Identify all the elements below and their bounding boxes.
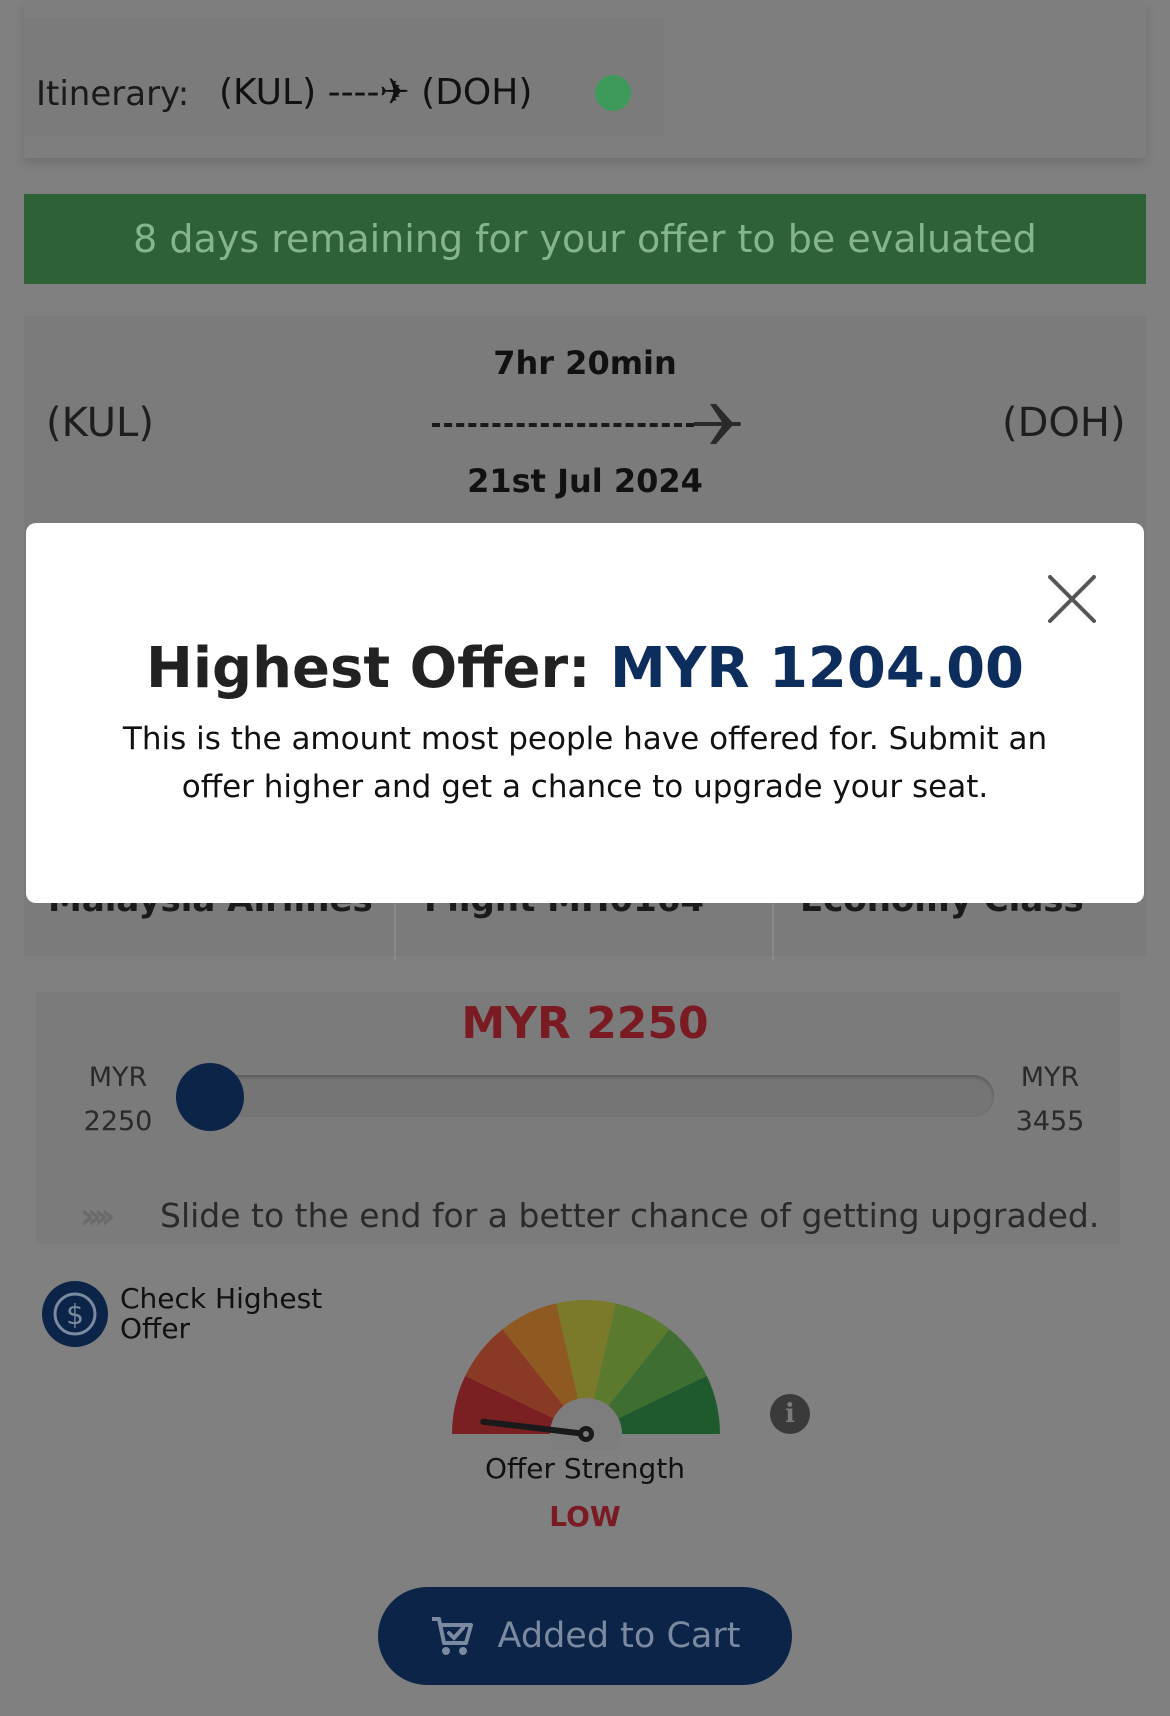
route-line	[432, 423, 694, 427]
modal-title-prefix: Highest Offer:	[145, 636, 611, 701]
slider-max-value: 3455	[1015, 1106, 1085, 1137]
close-icon[interactable]	[1042, 569, 1102, 629]
slide-hint: Slide to the end for a better chance of …	[160, 1196, 1100, 1235]
info-icon[interactable]: i	[770, 1394, 810, 1434]
modal-highest-amount: MYR 1204.00	[610, 636, 1025, 701]
origin-code: (KUL)	[46, 400, 154, 446]
dollar-coin-icon-graphic: $	[53, 1292, 97, 1336]
countdown-banner: 8 days remaining for your offer to be ev…	[24, 194, 1146, 284]
highest-offer-modal: Highest Offer: MYR 1204.00 This is the a…	[26, 523, 1144, 903]
offer-strength-value: LOW	[549, 1500, 621, 1533]
svg-text:$: $	[66, 1298, 84, 1331]
modal-description: This is the amount most people have offe…	[122, 721, 1048, 805]
slider-min-label: MYR 2250	[78, 1056, 158, 1144]
itinerary-route: (KUL) ----✈ (DOH)	[219, 72, 532, 113]
itinerary-card	[24, 0, 1146, 158]
slider-min-value: 2250	[83, 1106, 153, 1137]
countdown-text: 8 days remaining for your offer to be ev…	[133, 217, 1037, 261]
itinerary-label: Itinerary:	[36, 74, 190, 114]
chevrons-icon: ››››	[80, 1196, 115, 1237]
destination-code: (DOH)	[1002, 400, 1126, 446]
slider-min-currency: MYR	[88, 1062, 148, 1093]
check-highest-offer-link[interactable]: Check Highest Offer	[120, 1284, 322, 1344]
modal-title: Highest Offer: MYR 1204.00	[26, 636, 1144, 701]
flight-date: 21st Jul 2024	[467, 462, 703, 500]
added-to-cart-label: Added to Cart	[497, 1616, 741, 1656]
flight-duration: 7hr 20min	[493, 344, 677, 382]
offer-strength-label: Offer Strength	[484, 1452, 686, 1485]
check-highest-line1: Check Highest	[120, 1282, 323, 1315]
current-offer-amount: MYR 2250	[461, 998, 709, 1049]
offer-strength-gauge	[452, 1300, 720, 1450]
gauge-pivot-center	[583, 1431, 589, 1437]
check-highest-line2: Offer	[120, 1312, 191, 1345]
dollar-coin-icon[interactable]: $	[42, 1281, 108, 1347]
added-to-cart-button[interactable]: Added to Cart	[378, 1587, 792, 1685]
plane-icon	[694, 404, 741, 444]
itinerary-route-text: (KUL) ----✈ (DOH)	[219, 72, 533, 113]
offer-slider-track[interactable]	[178, 1075, 994, 1117]
status-dot	[595, 75, 631, 111]
cart-check-icon	[431, 1617, 473, 1655]
slider-max-label: MYR 3455	[1010, 1056, 1090, 1144]
offer-slider-thumb[interactable]	[176, 1063, 244, 1131]
slider-max-currency: MYR	[1020, 1062, 1080, 1093]
